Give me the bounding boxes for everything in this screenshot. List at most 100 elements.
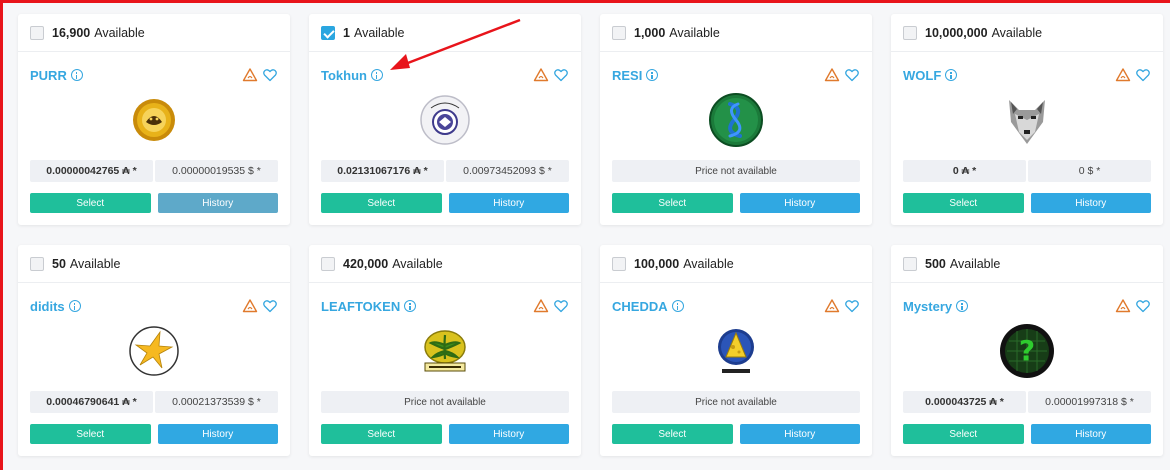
price-native: 0.000043725 ₳ *	[903, 391, 1026, 413]
favorite-heart-icon[interactable]	[553, 67, 569, 83]
select-checkbox[interactable]	[903, 256, 917, 271]
card-header: 100,000 Available	[600, 245, 872, 283]
info-icon[interactable]	[945, 69, 958, 81]
available-label: Available	[683, 256, 734, 271]
token-card: 500 Available Mystery ? 0.000043725 ₳ * …	[891, 245, 1163, 456]
token-name: LEAFTOKEN	[321, 298, 401, 314]
report-warning-icon[interactable]	[1115, 298, 1131, 314]
price-row: Price not available	[612, 391, 860, 413]
select-button[interactable]: Select	[903, 193, 1024, 213]
favorite-heart-icon[interactable]	[844, 67, 860, 83]
report-warning-icon[interactable]	[533, 298, 549, 314]
purr-token-logo	[126, 92, 182, 148]
select-checkbox[interactable]	[321, 256, 335, 271]
mystery-token-logo: ?	[999, 323, 1055, 379]
favorite-heart-icon[interactable]	[262, 67, 278, 83]
available-count: 420,000	[343, 256, 389, 271]
token-name-link[interactable]: didits	[30, 299, 81, 314]
info-icon[interactable]	[646, 69, 659, 81]
button-row: Select History	[321, 424, 569, 444]
price-native: 0.00046790641 ₳ *	[30, 391, 153, 413]
card-header: 16,900 Available	[18, 14, 290, 52]
price-row: 0.00046790641 ₳ * 0.00021373539 $ *	[30, 391, 278, 413]
history-button[interactable]: History	[157, 424, 278, 444]
select-checkbox[interactable]	[321, 25, 335, 40]
price-usd: 0.00000019535 $ *	[155, 160, 278, 182]
card-actions	[1115, 67, 1151, 83]
favorite-heart-icon[interactable]	[262, 298, 278, 314]
title-row: Mystery	[903, 297, 1151, 315]
price-row: 0.000043725 ₳ * 0.00001997318 $ *	[903, 391, 1151, 413]
favorite-heart-icon[interactable]	[1135, 298, 1151, 314]
available-count: 50	[52, 256, 66, 271]
card-header: 10,000,000 Available	[891, 14, 1163, 52]
price-usd: 0.00021373539 $ *	[155, 391, 278, 413]
report-warning-icon[interactable]	[533, 67, 549, 83]
price-row: 0.02131067176 ₳ * 0.00973452093 $ *	[321, 160, 569, 182]
wolf-token-logo	[999, 92, 1055, 148]
favorite-heart-icon[interactable]	[553, 298, 569, 314]
price-usd: 0.00973452093 $ *	[446, 160, 569, 182]
history-button[interactable]: History	[1030, 424, 1151, 444]
report-warning-icon[interactable]	[242, 298, 258, 314]
report-warning-icon[interactable]	[824, 67, 840, 83]
token-name-link[interactable]: LEAFTOKEN	[321, 298, 417, 314]
select-button[interactable]: Select	[30, 193, 151, 213]
available-count: 1,000	[634, 25, 666, 40]
token-name-link[interactable]: Tokhun	[321, 68, 383, 83]
select-button[interactable]: Select	[30, 424, 151, 444]
card-header: 500 Available	[891, 245, 1163, 283]
report-warning-icon[interactable]	[242, 67, 258, 83]
token-name: PURR	[30, 67, 67, 83]
token-name-link[interactable]: WOLF	[903, 68, 958, 83]
title-row: LEAFTOKEN	[321, 297, 569, 315]
token-name: Mystery	[903, 298, 953, 314]
select-checkbox[interactable]	[30, 256, 44, 271]
button-row: Select History	[612, 424, 860, 444]
select-button[interactable]: Select	[612, 193, 733, 213]
resi-token-logo	[708, 92, 764, 148]
token-name-link[interactable]: RESI	[612, 68, 659, 83]
info-icon[interactable]	[370, 69, 383, 81]
price-usd: 0.00001997318 $ *	[1028, 391, 1151, 413]
report-warning-icon[interactable]	[1115, 67, 1131, 83]
price-row: 0 ₳ * 0 $ *	[903, 160, 1151, 182]
price-native: 0 ₳ *	[903, 160, 1026, 182]
price-native: 0.02131067176 ₳ *	[321, 160, 444, 182]
token-name: didits	[30, 298, 65, 314]
info-icon[interactable]	[68, 300, 81, 312]
select-button[interactable]: Select	[321, 424, 442, 444]
history-button[interactable]: History	[157, 193, 278, 213]
card-actions	[533, 67, 569, 83]
token-name-link[interactable]: PURR	[30, 68, 83, 83]
available-label: Available	[392, 256, 443, 271]
report-warning-icon[interactable]	[824, 298, 840, 314]
info-icon[interactable]	[404, 300, 417, 312]
favorite-heart-icon[interactable]	[844, 298, 860, 314]
available-label: Available	[949, 256, 1001, 271]
price-not-available: Price not available	[612, 160, 860, 182]
select-button[interactable]: Select	[321, 193, 442, 213]
select-button[interactable]: Select	[612, 424, 733, 444]
select-checkbox[interactable]	[612, 256, 626, 271]
history-button[interactable]: History	[739, 193, 860, 213]
info-icon[interactable]	[956, 300, 969, 312]
token-name-link[interactable]: CHEDDA	[612, 299, 684, 314]
history-button[interactable]: History	[448, 193, 569, 213]
token-name-link[interactable]: Mystery	[903, 298, 969, 314]
tokhun-token-logo	[417, 92, 473, 148]
favorite-heart-icon[interactable]	[1135, 67, 1151, 83]
history-button[interactable]: History	[1030, 193, 1151, 213]
history-button[interactable]: History	[739, 424, 860, 444]
button-row: Select History	[30, 193, 278, 213]
chedda-token-logo	[708, 323, 764, 379]
select-button[interactable]: Select	[903, 424, 1024, 444]
select-checkbox[interactable]	[30, 25, 44, 40]
available-label: Available	[669, 25, 720, 40]
info-icon[interactable]	[70, 69, 83, 81]
button-row: Select History	[612, 193, 860, 213]
select-checkbox[interactable]	[612, 25, 626, 40]
info-icon[interactable]	[671, 300, 684, 312]
history-button[interactable]: History	[448, 424, 569, 444]
select-checkbox[interactable]	[903, 25, 917, 40]
